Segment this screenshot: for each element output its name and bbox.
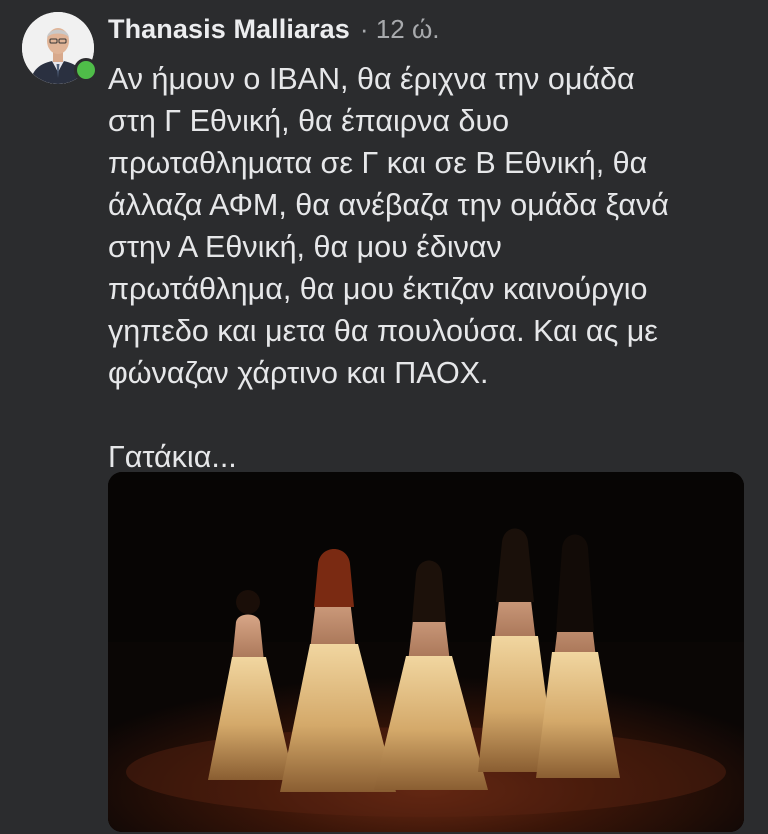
timestamp-meta[interactable]: · 12 ώ. bbox=[360, 14, 440, 45]
comment-header: Thanasis Malliaras · 12 ώ. bbox=[108, 14, 440, 48]
timestamp[interactable]: 12 ώ. bbox=[376, 14, 440, 44]
dancers-image bbox=[108, 472, 744, 832]
separator-dot: · bbox=[359, 14, 369, 44]
attached-gif[interactable] bbox=[108, 472, 744, 832]
author-name[interactable]: Thanasis Malliaras bbox=[108, 14, 350, 45]
author-avatar-container[interactable] bbox=[22, 12, 98, 84]
comment: Thanasis Malliaras · 12 ώ. Αν ήμουν ο IB… bbox=[0, 0, 768, 834]
comment-body: Αν ήμουν ο IBAN, θα έριχνα την ομάδα στη… bbox=[108, 58, 748, 478]
comment-paragraph: Αν ήμουν ο IBAN, θα έριχνα την ομάδα στη… bbox=[108, 62, 669, 390]
online-status-dot bbox=[74, 58, 98, 82]
